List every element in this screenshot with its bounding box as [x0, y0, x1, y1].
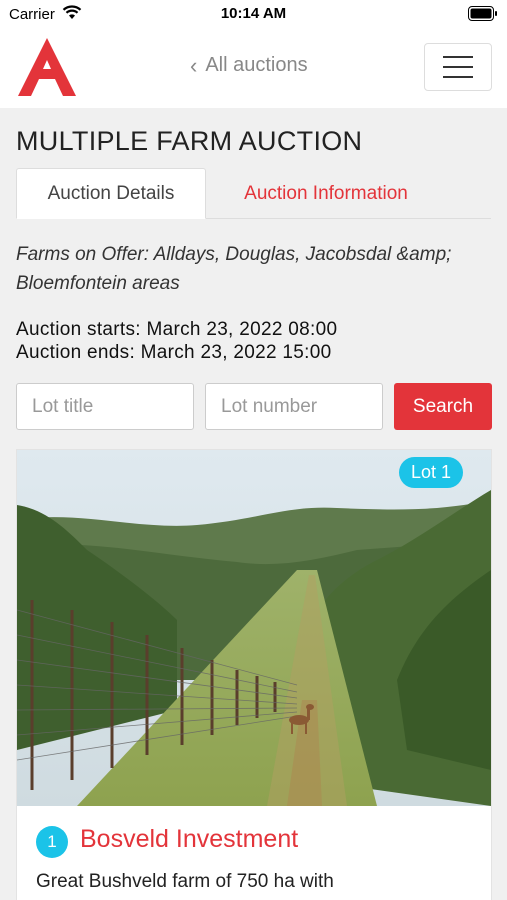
- app-header: ‹ All auctions: [0, 30, 507, 108]
- tab-auction-details[interactable]: Auction Details: [16, 168, 206, 219]
- status-bar: Carrier 10:14 AM: [0, 0, 507, 30]
- back-label: All auctions: [205, 54, 308, 76]
- clock: 10:14 AM: [220, 5, 287, 22]
- lot-number-input[interactable]: [205, 383, 383, 430]
- search-button[interactable]: Search: [394, 383, 492, 430]
- back-to-all-auctions-link[interactable]: ‹ All auctions: [190, 54, 308, 77]
- lot-description: Great Bushveld farm of 750 ha with: [36, 871, 334, 892]
- auction-tabs: Auction Details Auction Information: [16, 168, 491, 219]
- menu-button[interactable]: [424, 43, 492, 91]
- lot-badge: Lot 1: [399, 457, 464, 488]
- auction-start-time: Auction starts: March 23, 2022 08:00: [16, 319, 338, 340]
- battery-icon: [468, 6, 497, 21]
- auction-end-time: Auction ends: March 23, 2022 15:00: [16, 342, 332, 363]
- chevron-left-icon: ‹: [190, 52, 198, 78]
- hamburger-menu-icon: [443, 56, 473, 58]
- page-title: MULTIPLE FARM AUCTION: [16, 126, 363, 156]
- auction-dates: Auction starts: March 23, 2022 08:00 Auc…: [16, 318, 337, 364]
- tab-auction-information[interactable]: Auction Information: [206, 168, 446, 219]
- farms-on-offer-text: Farms on Offer: Alldays, Douglas, Jacobs…: [16, 244, 452, 294]
- lot-photo[interactable]: [17, 450, 491, 806]
- auction-logo-icon[interactable]: [16, 36, 78, 98]
- lot-title-input[interactable]: [16, 383, 194, 430]
- lot-number-badge: 1: [36, 826, 68, 858]
- lot-name-link[interactable]: Bosveld Investment: [80, 825, 298, 854]
